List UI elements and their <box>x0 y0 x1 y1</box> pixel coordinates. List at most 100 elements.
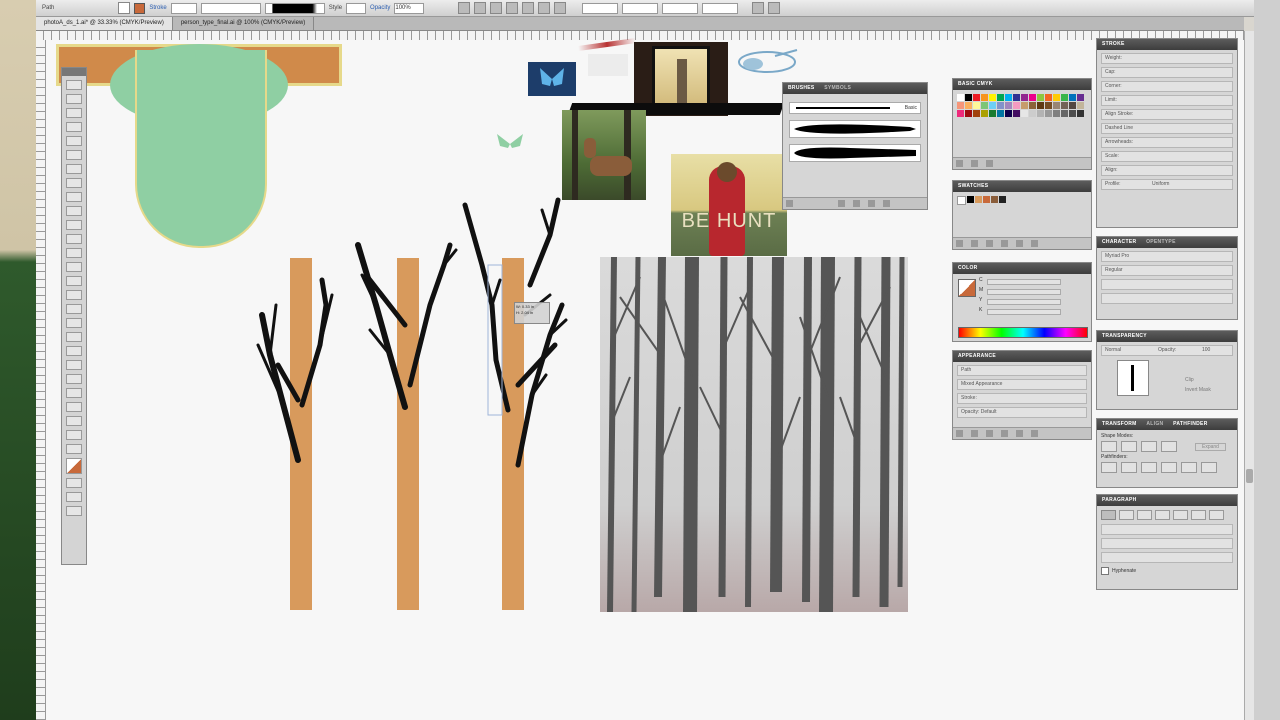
tools-panel-grip[interactable] <box>62 68 86 76</box>
channel-slider-k[interactable] <box>987 309 1061 315</box>
blend-mode-dropdown[interactable]: Normal <box>1105 347 1121 353</box>
swatch-cell[interactable] <box>965 94 972 101</box>
justify-all-icon[interactable] <box>1209 510 1224 520</box>
swatch-cell[interactable] <box>1053 94 1060 101</box>
swatch-black[interactable] <box>999 196 1006 203</box>
transparency-opacity-field[interactable]: 100 <box>1202 346 1210 355</box>
swatch-options-icon[interactable] <box>985 240 993 247</box>
panel-menu-icon[interactable] <box>768 2 781 14</box>
magic-wand-tool-icon[interactable] <box>66 108 82 118</box>
brush-definition-dropdown[interactable] <box>264 2 325 14</box>
draw-mode-icon[interactable] <box>66 492 82 502</box>
swatch-cell[interactable] <box>1021 110 1028 117</box>
swatch-next-icon[interactable] <box>985 160 993 167</box>
swatch-cell[interactable] <box>1077 94 1084 101</box>
character-tab[interactable]: CHARACTER <box>1102 239 1136 245</box>
minus-front-icon[interactable] <box>1121 441 1137 452</box>
blend-tool-icon[interactable] <box>66 360 82 370</box>
brush-tapered-2[interactable] <box>789 144 921 162</box>
align-center-icon[interactable] <box>490 2 503 14</box>
slice-tool-icon[interactable] <box>66 416 82 426</box>
free-transform-tool-icon[interactable] <box>66 276 82 286</box>
swatch-cell[interactable] <box>1029 94 1036 101</box>
remove-stroke-icon[interactable] <box>837 200 845 207</box>
appearance-mixed-row[interactable]: Mixed Appearance <box>957 379 1087 390</box>
swatch-cell[interactable] <box>989 94 996 101</box>
appearance-opacity-row[interactable]: Opacity: Default <box>957 407 1087 418</box>
add-fill-icon[interactable] <box>970 430 978 437</box>
gradient-tool-icon[interactable] <box>66 332 82 342</box>
unite-icon[interactable] <box>1101 441 1117 452</box>
document-tab[interactable]: person_type_final.ai @ 100% (CMYK/Previe… <box>173 17 315 30</box>
swatch-cell[interactable] <box>1045 94 1052 101</box>
swatch-cell[interactable] <box>1037 94 1044 101</box>
scrollbar-thumb[interactable] <box>1246 469 1253 483</box>
deer-photo[interactable] <box>562 110 646 200</box>
swatch-cell[interactable] <box>973 94 980 101</box>
faint-text-sketch[interactable] <box>588 54 628 76</box>
blue-butterfly-photo[interactable] <box>528 62 576 96</box>
rectangle-tool-icon[interactable] <box>66 164 82 174</box>
intersect-icon[interactable] <box>1141 441 1157 452</box>
align-tab[interactable]: ALIGN <box>1146 421 1163 427</box>
graph-tool-icon[interactable] <box>66 388 82 398</box>
shape-builder-tool-icon[interactable] <box>66 290 82 300</box>
swatch-cell[interactable] <box>1013 110 1020 117</box>
swatch-cell[interactable] <box>1013 94 1020 101</box>
green-shape-body[interactable] <box>135 50 267 248</box>
swatch-cell[interactable] <box>1077 110 1084 117</box>
type-tool-icon[interactable] <box>66 136 82 146</box>
swatch-cell[interactable] <box>1005 94 1012 101</box>
swatches-library-icon[interactable] <box>956 240 963 247</box>
swatch-cell[interactable] <box>981 110 988 117</box>
new-swatch-icon[interactable] <box>1015 240 1023 247</box>
divide-icon[interactable] <box>1101 462 1117 473</box>
opentype-tab[interactable]: OPENTYPE <box>1146 239 1176 245</box>
profile-row[interactable]: Profile: Uniform <box>1101 179 1233 190</box>
arrow-scale-row[interactable]: Scale: <box>1101 151 1233 162</box>
swatch-cell[interactable] <box>1045 110 1052 117</box>
brush-tapered-1[interactable] <box>789 120 921 138</box>
direct-selection-tool-icon[interactable] <box>66 94 82 104</box>
hyphenate-box[interactable] <box>1101 567 1109 575</box>
selection-tool-icon[interactable] <box>66 80 82 90</box>
color-mode-icon[interactable] <box>66 478 82 488</box>
transform-icon[interactable] <box>752 2 765 14</box>
swatch-orange[interactable] <box>983 196 990 203</box>
swatch-cell[interactable] <box>989 102 996 109</box>
swatch-cell[interactable] <box>1021 94 1028 101</box>
swatch-cell[interactable] <box>965 102 972 109</box>
swatch-cell[interactable] <box>1077 102 1084 109</box>
justify-right-icon[interactable] <box>1191 510 1206 520</box>
eyedropper-tool-icon[interactable] <box>66 346 82 356</box>
font-style-dropdown[interactable]: Regular <box>1101 265 1233 276</box>
opacity-field[interactable]: 100% <box>394 2 425 14</box>
stroke-weight-row[interactable]: Weight: <box>1101 53 1233 64</box>
justify-center-icon[interactable] <box>1173 510 1188 520</box>
swatch-cell[interactable] <box>973 102 980 109</box>
delete-swatch-icon[interactable] <box>1030 240 1038 247</box>
swatch-cell[interactable] <box>973 110 980 117</box>
align-center-text-icon[interactable] <box>1119 510 1134 520</box>
channel-slider-m[interactable] <box>987 289 1061 295</box>
dashed-line-checkbox[interactable]: Dashed Line <box>1101 123 1233 134</box>
kerning-row[interactable] <box>1101 293 1233 304</box>
paintbrush-tool-icon[interactable] <box>66 178 82 188</box>
swatch-cell[interactable] <box>997 94 1004 101</box>
swatch-cell[interactable] <box>1045 102 1052 109</box>
appearance-stroke-row[interactable]: Stroke: <box>957 393 1087 404</box>
font-family-dropdown[interactable]: Myriad Pro <box>1101 251 1233 262</box>
screen-mode-icon[interactable] <box>66 506 82 516</box>
vertical-ruler[interactable] <box>36 40 46 720</box>
swatch-cell[interactable] <box>1061 94 1068 101</box>
swatch-cell[interactable] <box>981 102 988 109</box>
swatch-cell[interactable] <box>957 94 964 101</box>
color-spectrum[interactable] <box>958 327 1088 338</box>
swatch-cell[interactable] <box>1069 102 1076 109</box>
scale-tool-icon[interactable] <box>66 248 82 258</box>
y-coordinate-field[interactable] <box>622 2 659 14</box>
delete-item-icon[interactable] <box>1030 430 1038 437</box>
swatch-cell[interactable] <box>1021 102 1028 109</box>
mask-thumbnail[interactable] <box>1117 360 1149 396</box>
swatch-cell[interactable] <box>1061 110 1068 117</box>
